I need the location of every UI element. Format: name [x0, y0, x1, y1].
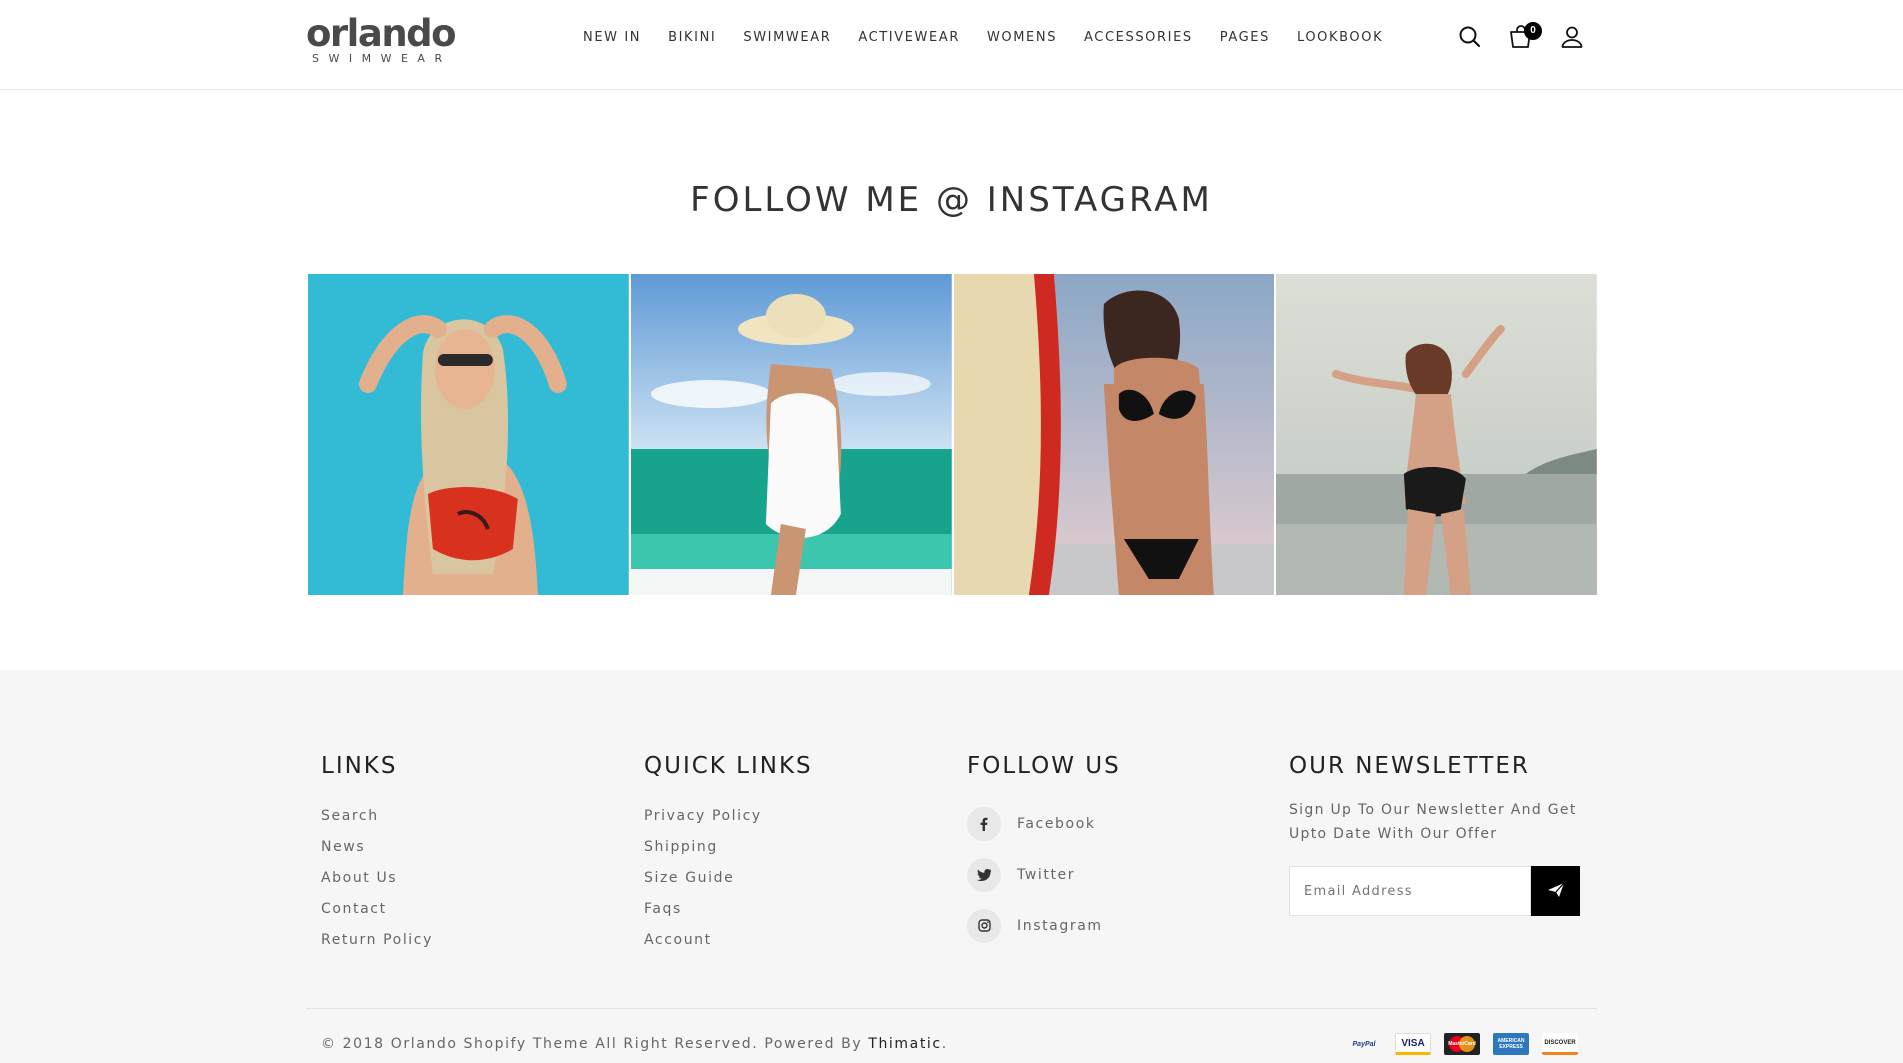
mastercard-icon: MasterCard: [1444, 1033, 1480, 1055]
footer-link-size-guide[interactable]: Size Guide: [644, 863, 813, 894]
amex-icon: AMERICAN EXPRESS: [1493, 1033, 1529, 1055]
footer-link-privacy-policy[interactable]: Privacy Policy: [644, 801, 813, 832]
instagram-photo-3[interactable]: [953, 274, 1275, 595]
newsletter-description: Sign Up To Our Newsletter And Get Upto D…: [1289, 802, 1577, 842]
paypal-icon: PayPal: [1346, 1033, 1382, 1055]
instagram-icon: [967, 908, 1001, 943]
cart-icon[interactable]: 0: [1508, 22, 1542, 50]
main-nav: NEW IN BIKINI SWIMWEAR ACTIVEWEAR WOMENS…: [583, 30, 1383, 45]
footer-link-news[interactable]: News: [321, 832, 433, 863]
search-icon[interactable]: [1457, 24, 1483, 50]
payment-methods: PayPal VISA MasterCard AMERICAN EXPRESS …: [1346, 1033, 1578, 1055]
instagram-title: FOLLOW ME @ INSTAGRAM: [690, 180, 1213, 220]
nav-item-activewear[interactable]: ACTIVEWEAR: [858, 30, 960, 45]
newsletter-submit-button[interactable]: [1531, 866, 1580, 916]
powered-by-link[interactable]: Thimatic: [868, 1036, 941, 1052]
cart-count-badge: 0: [1524, 22, 1542, 40]
copyright-text: © 2018 Orlando Shopify Theme All Right R…: [321, 1036, 869, 1052]
nav-item-pages[interactable]: PAGES: [1220, 30, 1270, 45]
nav-item-lookbook[interactable]: LOOKBOOK: [1297, 30, 1383, 45]
social-instagram[interactable]: Instagram: [967, 900, 1121, 951]
social-label: Twitter: [1017, 866, 1076, 883]
social-label: Instagram: [1017, 917, 1103, 934]
logo[interactable]: orlando SWIMWEAR: [306, 12, 457, 66]
payment-label: AMERICAN EXPRESS: [1497, 1038, 1525, 1050]
footer-follow-title: FOLLOW US: [967, 753, 1121, 779]
facebook-icon: [967, 806, 1001, 841]
visa-icon: VISA: [1395, 1033, 1431, 1055]
footer-link-search[interactable]: Search: [321, 801, 433, 832]
newsletter-form: [1289, 866, 1580, 916]
twitter-icon: [967, 857, 1001, 892]
footer-newsletter-column: OUR NEWSLETTER Sign Up To Our Newsletter…: [1289, 752, 1589, 916]
logo-tagline: SWIMWEAR: [312, 52, 452, 65]
footer-link-return-policy[interactable]: Return Policy: [321, 925, 433, 956]
instagram-photo-2[interactable]: [630, 274, 952, 595]
footer-link-account[interactable]: Account: [644, 925, 813, 956]
payment-label: PayPal: [1352, 1040, 1376, 1048]
copyright: © 2018 Orlando Shopify Theme All Right R…: [321, 1036, 948, 1052]
social-twitter[interactable]: Twitter: [967, 849, 1121, 900]
instagram-photo-4[interactable]: [1276, 274, 1597, 595]
footer-divider: [306, 1008, 1597, 1009]
header-icons: 0: [1457, 22, 1585, 50]
newsletter-email-input[interactable]: [1289, 866, 1532, 916]
instagram-grid: [308, 274, 1597, 595]
nav-item-bikini[interactable]: BIKINI: [668, 30, 716, 45]
site-footer: LINKS Search News About Us Contact Retur…: [0, 670, 1903, 1063]
payment-label: MasterCard: [1448, 1041, 1476, 1047]
nav-item-womens[interactable]: WOMENS: [987, 30, 1057, 45]
payment-label: VISA: [1401, 1037, 1425, 1049]
instagram-photo-1[interactable]: [308, 274, 629, 595]
footer-link-contact[interactable]: Contact: [321, 894, 433, 925]
user-icon[interactable]: [1559, 24, 1585, 50]
payment-label: DISCOVER: [1544, 1039, 1576, 1046]
social-label: Facebook: [1017, 815, 1096, 832]
footer-newsletter-title: OUR NEWSLETTER: [1289, 753, 1530, 779]
nav-item-swimwear[interactable]: SWIMWEAR: [743, 30, 831, 45]
footer-link-about-us[interactable]: About Us: [321, 863, 433, 894]
send-icon: [1547, 882, 1565, 901]
social-facebook[interactable]: Facebook: [967, 798, 1121, 849]
copyright-end: .: [941, 1036, 948, 1052]
logo-name: orlando: [306, 12, 457, 55]
footer-quick-links-title: QUICK LINKS: [644, 753, 813, 779]
footer-quick-links-column: QUICK LINKS Privacy Policy Shipping Size…: [644, 752, 813, 956]
footer-follow-column: FOLLOW US Facebook Twitter Instagram: [967, 752, 1121, 951]
nav-item-accessories[interactable]: ACCESSORIES: [1084, 30, 1193, 45]
discover-icon: DISCOVER: [1542, 1033, 1578, 1055]
footer-links-column: LINKS Search News About Us Contact Retur…: [321, 752, 433, 956]
site-header: orlando SWIMWEAR NEW IN BIKINI SWIMWEAR …: [0, 0, 1903, 90]
footer-links-title: LINKS: [321, 753, 398, 779]
footer-link-shipping[interactable]: Shipping: [644, 832, 813, 863]
nav-item-new-in[interactable]: NEW IN: [583, 30, 641, 45]
footer-link-faqs[interactable]: Faqs: [644, 894, 813, 925]
